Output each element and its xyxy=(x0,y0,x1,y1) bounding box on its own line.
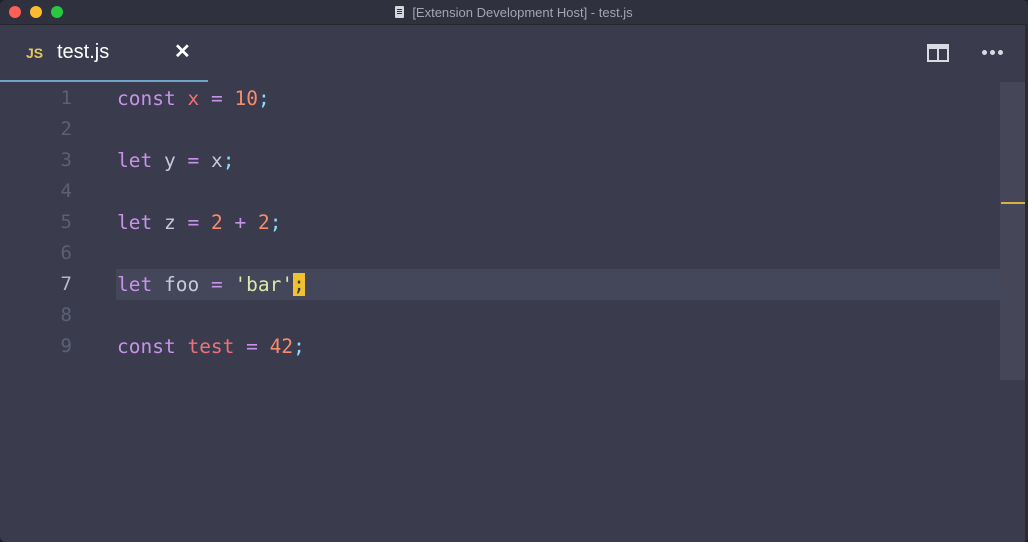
code-token: test xyxy=(187,335,235,358)
editor-window: [Extension Development Host] - test.js J… xyxy=(0,0,1028,542)
code-token: = xyxy=(187,211,200,234)
code-token: let xyxy=(117,211,153,234)
code-token: 42 xyxy=(269,335,294,358)
code-token: 'bar' xyxy=(234,273,294,296)
title-bar: [Extension Development Host] - test.js xyxy=(0,0,1028,25)
code-token: ; xyxy=(222,149,235,172)
code-text: let foo = 'bar'; xyxy=(117,269,305,300)
code-token: foo xyxy=(152,273,211,296)
code-token: let xyxy=(117,149,153,172)
javascript-file-icon: JS xyxy=(26,45,44,61)
code-text: let z = 2 + 2; xyxy=(117,207,281,238)
tab-bar: JS test.js ✕ xyxy=(0,25,1028,82)
code-line-8[interactable]: 8 xyxy=(0,300,1000,331)
scrollbar-cursor-marker xyxy=(1001,202,1025,204)
line-number: 1 xyxy=(60,87,72,109)
line-number: 7 xyxy=(60,273,72,295)
code-text: let y = x; xyxy=(117,145,234,176)
editor-scrollbar[interactable] xyxy=(1000,82,1025,380)
code-line-4[interactable]: 4 xyxy=(0,176,1000,207)
window-title: [Extension Development Host] - test.js xyxy=(0,0,1028,24)
code-token: let xyxy=(117,273,153,296)
code-token: x xyxy=(187,87,200,110)
line-number: 9 xyxy=(60,335,72,357)
code-line-7[interactable]: 7 let foo = 'bar'; xyxy=(0,269,1000,300)
code-token: const xyxy=(117,335,176,358)
code-line-1[interactable]: 1 const x = 10; xyxy=(0,83,1000,114)
code-line-9[interactable]: 9 const test = 42; xyxy=(0,331,1000,362)
code-line-5[interactable]: 5 let z = 2 + 2; xyxy=(0,207,1000,238)
code-token: ; xyxy=(269,211,282,234)
code-editor[interactable]: 1 const x = 10; 2 3 let y = x; 4 5 let z = 2 + … xyxy=(0,82,1028,542)
code-token: 10 xyxy=(234,87,258,110)
code-token: = xyxy=(246,335,258,358)
code-token: = xyxy=(187,149,200,172)
code-text: const x = 10; xyxy=(117,83,270,114)
code-token: y xyxy=(152,149,188,172)
line-number: 3 xyxy=(60,149,72,171)
line-number: 4 xyxy=(60,180,72,202)
code-token: ; xyxy=(257,87,270,110)
document-icon xyxy=(395,6,405,18)
more-actions-icon[interactable] xyxy=(982,50,1003,56)
text-cursor: ; xyxy=(293,273,305,296)
code-line-6[interactable]: 6 xyxy=(0,238,1000,269)
tab-label: test.js xyxy=(57,41,110,63)
line-number: 2 xyxy=(60,118,72,140)
split-editor-icon[interactable] xyxy=(927,44,949,62)
tab-close-icon[interactable]: ✕ xyxy=(174,39,191,64)
code-token: = xyxy=(210,87,223,110)
line-number: 5 xyxy=(60,211,72,233)
line-number: 6 xyxy=(60,242,72,264)
code-token: ; xyxy=(293,335,305,358)
code-token: 2 xyxy=(257,211,270,234)
code-token: 2 xyxy=(210,211,223,234)
code-token: + xyxy=(234,211,247,234)
code-token: x xyxy=(199,149,223,172)
code-token: const xyxy=(117,87,176,110)
window-title-text: [Extension Development Host] - test.js xyxy=(412,4,633,20)
code-line-2[interactable]: 2 xyxy=(0,114,1000,145)
tab-test-js[interactable]: JS test.js ✕ xyxy=(0,25,208,82)
line-number: 8 xyxy=(60,304,72,326)
code-token: z xyxy=(152,211,188,234)
code-text: const test = 42; xyxy=(117,331,305,362)
code-token: = xyxy=(210,273,223,296)
code-line-3[interactable]: 3 let y = x; xyxy=(0,145,1000,176)
